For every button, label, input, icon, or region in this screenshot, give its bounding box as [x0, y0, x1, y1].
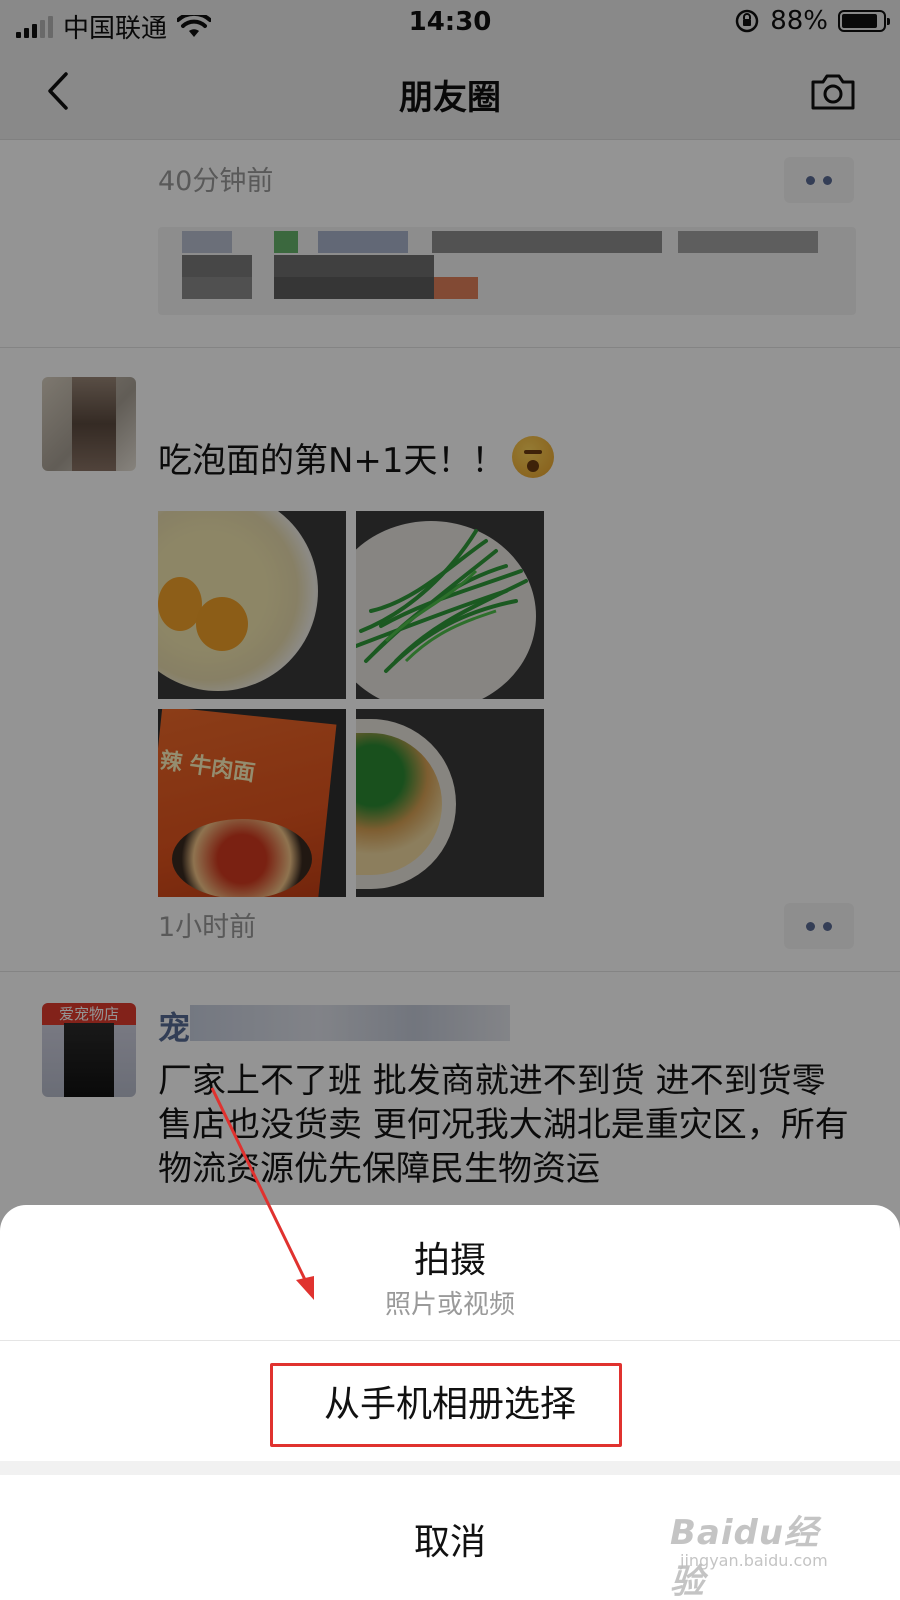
shoot-option[interactable]: 拍摄 照片或视频: [0, 1205, 900, 1340]
baidu-watermark: Baidu经验 jingyan.baidu.com: [670, 1505, 850, 1600]
watermark-sub: jingyan.baidu.com: [680, 1551, 828, 1570]
sheet-separator: [0, 1461, 900, 1475]
shoot-sublabel: 照片或视频: [384, 1290, 515, 1320]
annotation-highlight-box: [270, 1363, 622, 1447]
shoot-label: 拍摄: [413, 1240, 486, 1281]
